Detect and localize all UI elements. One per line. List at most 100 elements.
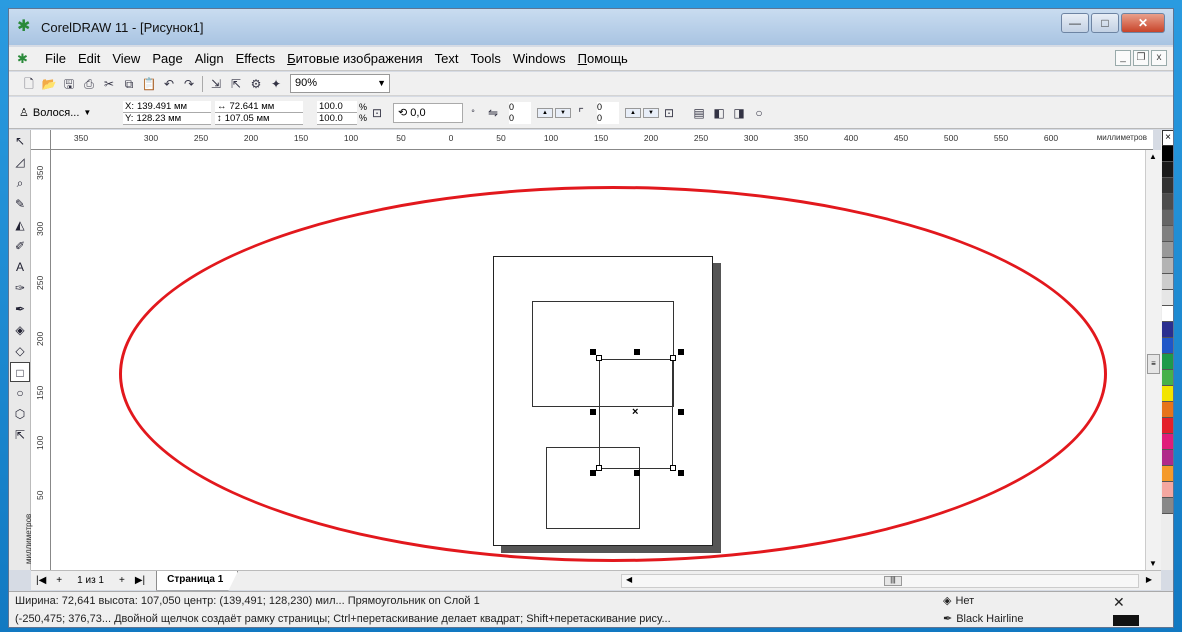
ruler-origin[interactable] — [31, 130, 51, 150]
zoom-level-select[interactable]: 90% ▼ — [290, 74, 390, 93]
rotation-angle-field[interactable]: ⟲ 0,0 — [393, 102, 464, 123]
cut-icon[interactable]: ✂ — [99, 74, 119, 94]
polygon-tool-icon[interactable]: ⬡ — [10, 404, 30, 424]
color-swatch[interactable] — [1162, 354, 1173, 370]
scale-height-field[interactable]: 100.0 — [317, 112, 357, 125]
doc-minimize-button[interactable]: _ — [1115, 50, 1131, 66]
color-swatch[interactable] — [1162, 434, 1173, 450]
menu-align[interactable]: Align — [189, 51, 230, 66]
fill-tool-icon[interactable]: ◈ — [10, 320, 30, 340]
pick-tool-icon[interactable]: ↖ — [10, 131, 30, 151]
mirror-icon[interactable]: ⇋ — [483, 103, 503, 123]
color-swatch[interactable] — [1162, 258, 1173, 274]
menu-edit[interactable]: Edit — [72, 51, 106, 66]
width-field[interactable]: ↔ 72.641 мм — [215, 100, 303, 113]
spinner-up-icon[interactable]: ▲ — [625, 107, 642, 118]
ellipse-tool-icon[interactable]: ○ — [10, 383, 30, 403]
scroll-left-icon[interactable]: ◀ — [626, 575, 632, 584]
lock-corners-icon[interactable]: ⊡ — [659, 103, 679, 123]
fill-indicator[interactable]: ◈ Нет — [943, 594, 974, 608]
doc-restore-button[interactable]: ❐ — [1133, 50, 1149, 66]
horizontal-scrollbar[interactable]: ◀ ||| ▶ — [621, 574, 1152, 588]
color-swatch[interactable] — [1162, 194, 1173, 210]
menu-help[interactable]: Помощь — [572, 51, 634, 66]
maximize-button[interactable]: □ — [1091, 13, 1119, 33]
scroll-thumb[interactable]: ||| — [884, 576, 902, 586]
first-page-icon[interactable]: |◀ — [31, 575, 51, 586]
save-icon[interactable]: 🖫 — [59, 74, 79, 94]
menu-page[interactable]: Page — [146, 51, 188, 66]
application-launcher-icon[interactable]: ⚙ — [246, 74, 266, 94]
paste-icon[interactable]: 📋 — [139, 74, 159, 94]
color-swatch[interactable] — [1162, 370, 1173, 386]
x-position-field[interactable]: X: 139.491 мм — [123, 100, 211, 113]
color-swatch[interactable] — [1162, 242, 1173, 258]
color-swatch[interactable] — [1162, 290, 1173, 306]
shape-tool-icon[interactable]: ◿ — [10, 152, 30, 172]
color-swatch[interactable] — [1162, 482, 1173, 498]
no-color-swatch[interactable]: × — [1162, 130, 1173, 146]
menu-bitmaps[interactable]: Битовые изображения — [281, 51, 429, 66]
outline-tool-icon[interactable]: ✒ — [10, 299, 30, 319]
corner-value-1[interactable]: 0 — [509, 101, 532, 113]
print-icon[interactable]: ⎙ — [79, 74, 99, 94]
document-icon[interactable]: ✱ — [17, 51, 33, 67]
scroll-right-icon[interactable]: ▶ — [1146, 575, 1152, 584]
lock-ratio-icon[interactable]: ⊡ — [367, 103, 387, 123]
spinner-down-icon[interactable]: ▼ — [555, 107, 572, 118]
add-page-after-icon[interactable]: + — [114, 575, 130, 586]
undo-icon[interactable]: ↶ — [159, 74, 179, 94]
rectangle-tool-icon[interactable]: □ — [10, 362, 30, 382]
color-swatch[interactable] — [1162, 306, 1173, 322]
spinner-up-icon[interactable]: ▲ — [537, 107, 554, 118]
zoom-tool-icon[interactable]: ⌕ — [10, 173, 30, 193]
to-back-icon[interactable]: ◨ — [729, 103, 749, 123]
color-swatch[interactable] — [1162, 322, 1173, 338]
import-icon[interactable]: ⇲ — [206, 74, 226, 94]
add-page-icon[interactable]: + — [51, 575, 67, 586]
convert-to-curves-icon[interactable]: ○ — [749, 103, 769, 123]
color-swatch[interactable] — [1162, 226, 1173, 242]
interactive-tool-icon[interactable]: ⇱ — [10, 425, 30, 445]
vertical-ruler[interactable]: 350 300 250 200 150 100 50 миллиметров — [24, 150, 51, 570]
corner-value-2[interactable]: 0 — [509, 112, 532, 124]
color-swatch[interactable] — [1162, 146, 1173, 162]
menu-view[interactable]: View — [106, 51, 146, 66]
menu-effects[interactable]: Effects — [230, 51, 282, 66]
color-swatch[interactable] — [1162, 386, 1173, 402]
color-swatch[interactable] — [1162, 338, 1173, 354]
menu-tools[interactable]: Tools — [465, 51, 507, 66]
scroll-down-icon[interactable]: ▼ — [1149, 559, 1157, 568]
text-tool-icon[interactable]: A — [10, 257, 30, 277]
color-swatch[interactable] — [1162, 450, 1173, 466]
vertical-scrollbar[interactable]: ▲ ≡ ▼ — [1145, 150, 1161, 570]
export-icon[interactable]: ⇱ — [226, 74, 246, 94]
preset-select[interactable]: ♙ Волося... ▼ — [19, 103, 119, 123]
color-swatch[interactable] — [1162, 162, 1173, 178]
corner-value-4[interactable]: 0 — [597, 112, 620, 124]
wrap-text-icon[interactable]: ▤ — [689, 103, 709, 123]
to-front-icon[interactable]: ◧ — [709, 103, 729, 123]
height-field[interactable]: ↕ 107.05 мм — [215, 112, 303, 125]
color-swatch[interactable] — [1162, 418, 1173, 434]
menu-windows[interactable]: Windows — [507, 51, 572, 66]
minimize-button[interactable]: — — [1061, 13, 1089, 33]
menu-text[interactable]: Text — [429, 51, 465, 66]
freehand-tool-icon[interactable]: ✎ — [10, 194, 30, 214]
spinner-down-icon[interactable]: ▼ — [643, 107, 660, 118]
color-swatch[interactable] — [1162, 402, 1173, 418]
outline-indicator[interactable]: ✒ Black Hairline — [943, 612, 1023, 626]
smart-fill-icon[interactable]: ◭ — [10, 215, 30, 235]
color-swatch[interactable] — [1162, 466, 1173, 482]
last-page-icon[interactable]: ▶| — [130, 575, 150, 586]
open-icon[interactable]: 📂 — [39, 74, 59, 94]
corner-value-3[interactable]: 0 — [597, 101, 620, 113]
eyedropper-tool-icon[interactable]: ✑ — [10, 278, 30, 298]
y-position-field[interactable]: Y: 128.23 мм — [123, 112, 211, 125]
color-swatch[interactable] — [1162, 178, 1173, 194]
color-swatch[interactable] — [1162, 210, 1173, 226]
close-button[interactable]: ✕ — [1121, 13, 1165, 33]
doc-close-button[interactable]: x — [1151, 50, 1167, 66]
new-document-icon[interactable]: 🗋 — [19, 74, 39, 94]
interactive-fill-icon[interactable]: ◇ — [10, 341, 30, 361]
